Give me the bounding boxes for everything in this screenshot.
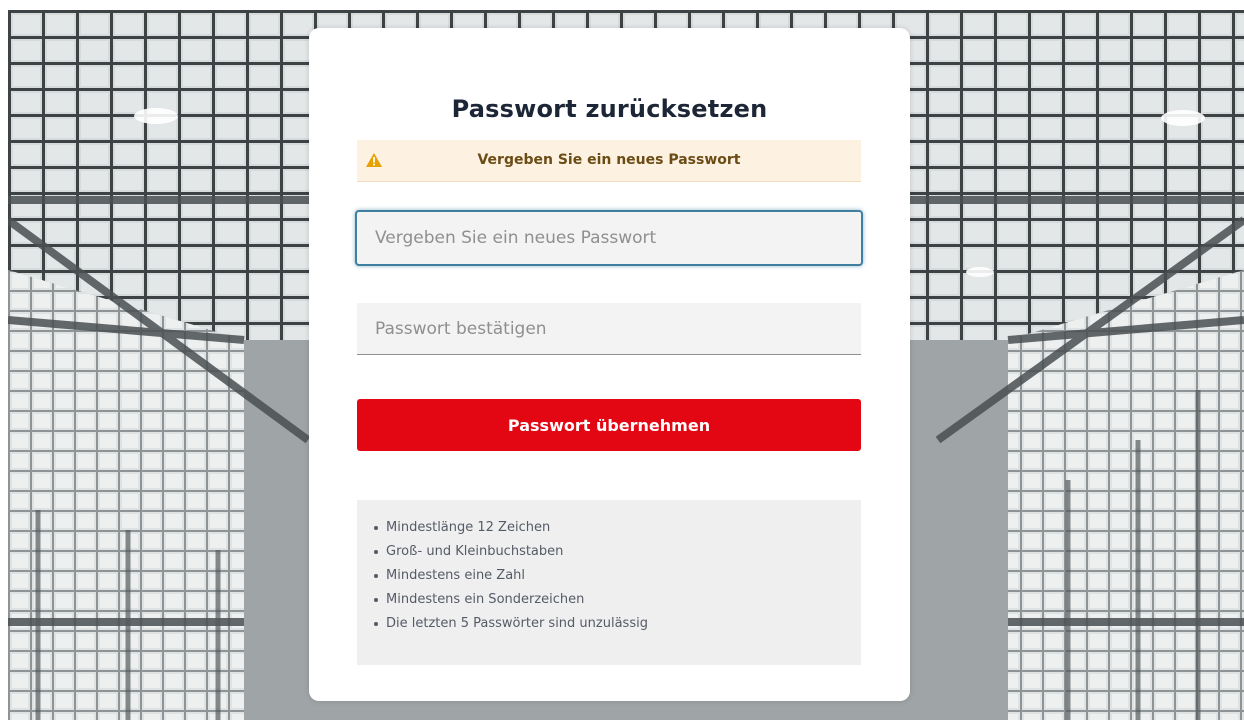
rule-item: Mindestens ein Sonderzeichen bbox=[374, 588, 861, 612]
rule-item: Groß- und Kleinbuchstaben bbox=[374, 540, 861, 564]
rule-item: Die letzten 5 Passwörter sind unzulässig bbox=[374, 612, 861, 636]
password-rules-box: Mindestlänge 12 Zeichen Groß- und Kleinb… bbox=[357, 500, 861, 665]
password-rules-list: Mindestlänge 12 Zeichen Groß- und Kleinb… bbox=[357, 516, 861, 636]
alert-message: Vergeben Sie ein neues Passwort bbox=[477, 152, 741, 168]
new-password-input[interactable] bbox=[355, 210, 863, 266]
info-alert: Vergeben Sie ein neues Passwort bbox=[357, 140, 861, 182]
rule-item: Mindestens eine Zahl bbox=[374, 564, 861, 588]
reset-password-card: Passwort zurücksetzen Vergeben Sie ein n… bbox=[309, 28, 910, 701]
page: Passwort zurücksetzen Vergeben Sie ein n… bbox=[0, 0, 1244, 720]
confirm-password-input[interactable] bbox=[357, 303, 861, 355]
rule-item: Mindestlänge 12 Zeichen bbox=[374, 516, 861, 540]
page-title: Passwort zurücksetzen bbox=[451, 95, 768, 123]
submit-password-button[interactable]: Passwort übernehmen bbox=[357, 399, 861, 451]
